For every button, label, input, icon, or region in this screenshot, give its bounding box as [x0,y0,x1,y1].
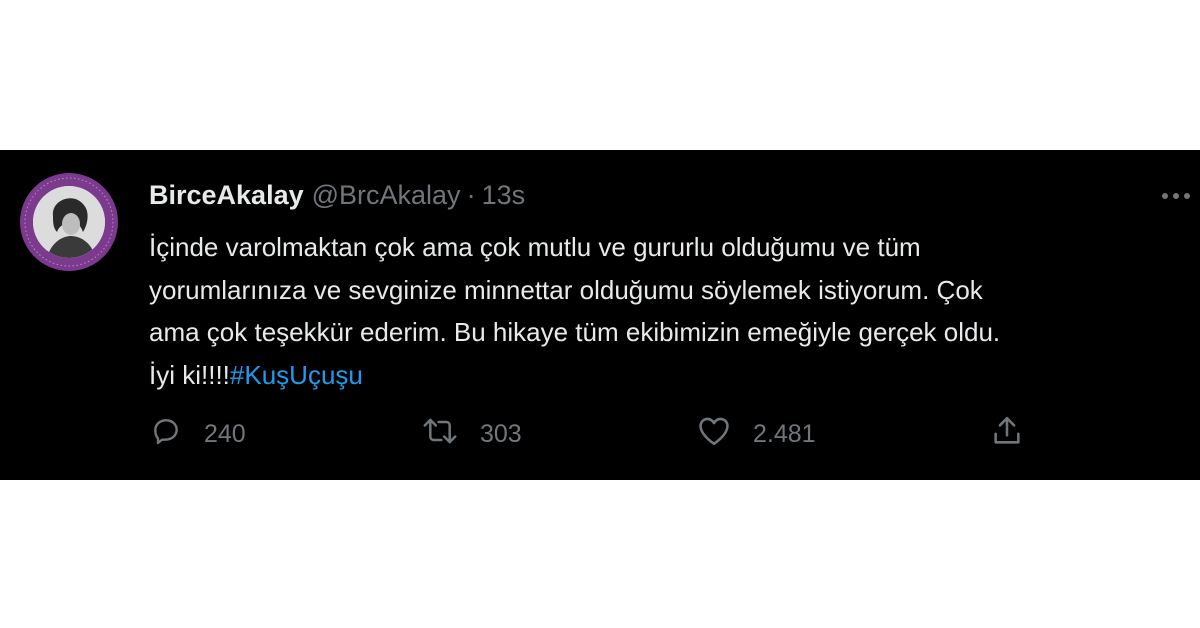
tweet-text-line: ama çok teşekkür ederim. Bu hikaye tüm e… [149,317,1001,347]
tweet-text-line: İyi ki!!!! [149,359,230,390]
tweet-text-line: yorumlarınıza ve sevginize minnettar old… [149,274,983,305]
avatar-photo [33,186,105,258]
user-handle[interactable]: @BrcAkalay [312,180,461,211]
retweet-count: 303 [480,419,522,448]
reply-count: 240 [204,419,246,448]
retweet-button[interactable]: 303 [422,414,522,454]
retweet-icon [422,415,480,454]
display-name[interactable]: BirceAkalay [149,180,304,211]
avatar[interactable] [20,173,118,271]
tweet-text: İçinde varolmaktan çok ama çok mutlu ve … [149,226,1179,396]
like-count: 2.481 [753,419,816,448]
timestamp[interactable]: 13s [482,180,526,211]
share-button[interactable] [990,414,1046,454]
more-options-button[interactable] [1158,184,1194,208]
hashtag-link[interactable]: #KuşUçuşu [230,360,363,390]
reply-icon [150,415,204,454]
separator-dot: · [466,180,476,210]
like-button[interactable]: 2.481 [697,414,816,454]
share-icon [990,414,1046,455]
heart-icon [697,415,753,454]
reply-button[interactable]: 240 [150,414,246,454]
tweet-card[interactable]: BirceAkalay @BrcAkalay · 13s İçinde varo… [0,150,1200,480]
tweet-header: BirceAkalay @BrcAkalay · 13s [149,180,525,216]
more-horizontal-icon [1161,187,1191,205]
tweet-text-line: İçinde varolmaktan çok ama çok mutlu ve … [149,232,921,262]
tweet-text-last-line: İyi ki!!!!#KuşUçuşu [149,354,1179,397]
tweet-actions: 240 303 2.481 [150,414,1050,454]
